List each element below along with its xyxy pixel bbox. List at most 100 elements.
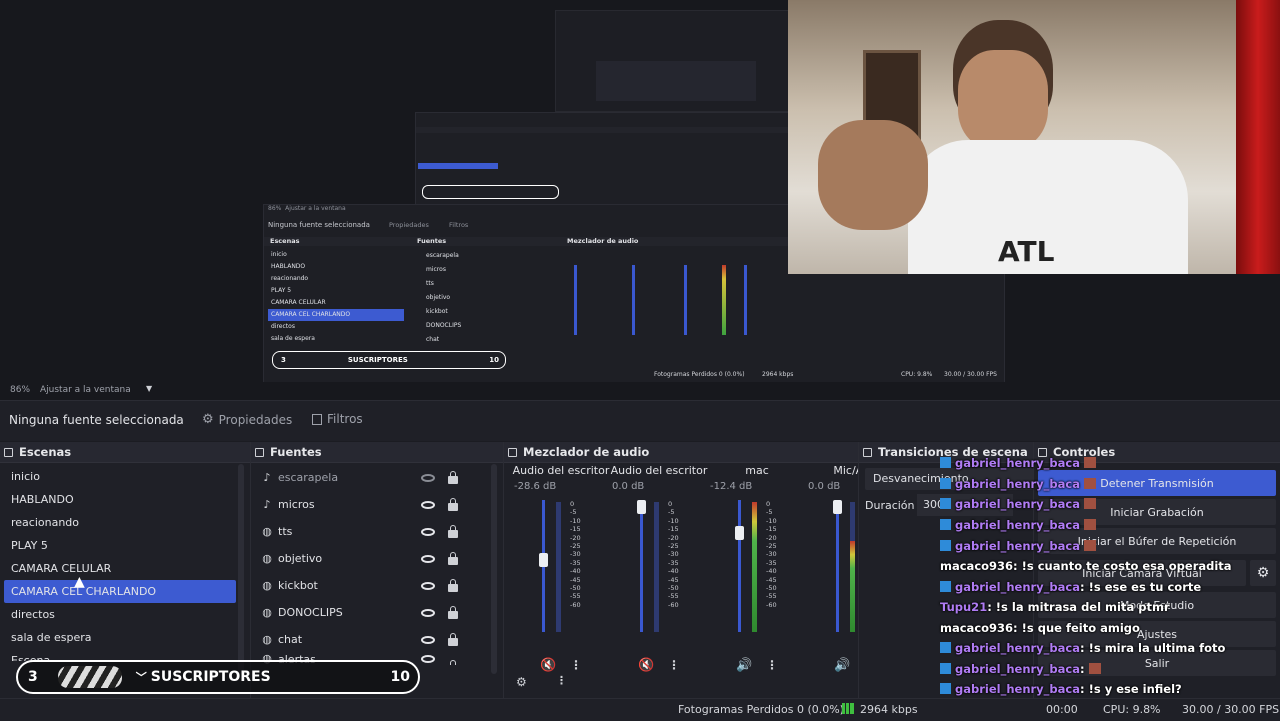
nested-scene-item: CAMARA CELULAR: [271, 299, 326, 306]
scene-item[interactable]: reacionando: [0, 511, 250, 534]
virtual-camera-settings-button[interactable]: ⚙: [1250, 560, 1276, 586]
scene-item[interactable]: directos: [0, 603, 250, 626]
lock-icon[interactable]: [448, 579, 458, 592]
nested-mixer-title: Mezclador de audio: [567, 237, 639, 245]
mixer-channels: Audio del escritor -28.6 dB 0 -5 -10 -15 -20 -2…: [504, 442, 858, 678]
dock-float-icon[interactable]: [4, 447, 13, 457]
lock-icon[interactable]: [448, 633, 458, 646]
channel-name: mac: [745, 464, 769, 477]
nested-source-item: tts: [426, 280, 434, 287]
volume-slider[interactable]: [735, 500, 744, 632]
kick-badge-icon: [940, 498, 951, 509]
lock-icon[interactable]: [448, 525, 458, 538]
channel-menu-icon[interactable]: ⋮: [668, 658, 680, 672]
scene-item[interactable]: PLAY 5: [0, 534, 250, 557]
mixer-menu-icon[interactable]: ⋮: [556, 674, 567, 687]
eye-icon[interactable]: [421, 608, 435, 617]
volume-knob[interactable]: [735, 526, 744, 540]
source-item[interactable]: ♪ escarapela: [251, 464, 503, 491]
source-item[interactable]: ◍ tts: [251, 518, 503, 545]
eye-icon[interactable]: [421, 635, 435, 644]
volume-slider[interactable]: [833, 500, 842, 632]
sources-scrollbar[interactable]: [491, 464, 497, 674]
nested-noselect: Ninguna fuente seleccionada: [268, 221, 370, 229]
properties-button[interactable]: ⚙ Propiedades: [202, 412, 292, 427]
subscribers-widget: 3 ﹀ SUSCRIPTORES 10: [16, 660, 420, 694]
bitrate: 2964 kbps: [860, 703, 918, 716]
lock-icon[interactable]: [448, 552, 458, 565]
chat-text: : !s que feito amigo: [1013, 621, 1140, 635]
chevron-down-icon[interactable]: ▼: [146, 384, 152, 393]
source-item[interactable]: ♪ micros: [251, 491, 503, 518]
volume-slider[interactable]: [637, 500, 646, 632]
lock-icon[interactable]: [448, 606, 458, 619]
gear-icon: ⚙: [1256, 565, 1270, 581]
eye-icon[interactable]: [421, 500, 435, 509]
gear-icon: ⚙: [202, 412, 214, 427]
zoom-fit-select[interactable]: Ajustar a la ventana: [40, 385, 131, 395]
speaker-icon[interactable]: 🔊: [834, 658, 850, 673]
volume-slider[interactable]: [539, 500, 548, 632]
speaker-icon[interactable]: 🔊: [736, 658, 752, 673]
scenes-scrollbar[interactable]: [238, 464, 244, 674]
source-item[interactable]: ◍ DONOCLIPS: [251, 599, 503, 626]
volume-knob[interactable]: [833, 500, 842, 514]
scene-item[interactable]: HABLANDO: [0, 488, 250, 511]
scene-item[interactable]: CAMARA CELULAR: [0, 557, 250, 580]
browser-source-icon: ◍: [262, 578, 272, 592]
source-label: chat: [278, 633, 303, 646]
scene-item[interactable]: CAMARA CEL CHARLANDO: [4, 580, 236, 603]
subs-count-right: 10: [390, 669, 410, 685]
chat-username: gabriel_henry_baca: [955, 539, 1080, 553]
fps: 30.00 / 30.00 FPS: [1182, 703, 1280, 716]
scene-list: inicio HABLANDO reacionando PLAY 5 CAMARA CE…: [0, 463, 250, 661]
kick-badge-icon: [940, 581, 951, 592]
volume-knob[interactable]: [637, 500, 646, 514]
chat-text: : !s ese es tu corte: [1080, 580, 1202, 594]
source-item[interactable]: ◍ chat: [251, 626, 503, 653]
source-item[interactable]: ◍ objetivo: [251, 545, 503, 572]
stream-preview[interactable]: 86% Ajustar a la ventana Ninguna fuente …: [0, 0, 1280, 382]
eye-icon[interactable]: [421, 554, 435, 563]
channel-name: Mic/Aux: [833, 464, 858, 477]
chat-message: gabriel_henry_baca:: [940, 662, 1101, 676]
emote-icon: [1084, 478, 1096, 489]
nested-scene-item: inicio: [271, 251, 287, 258]
scenes-header: Escenas: [0, 442, 250, 463]
mixer-settings-icon[interactable]: ⚙: [516, 675, 527, 689]
nested-scenes-title: Escenas: [270, 237, 300, 245]
dock-float-icon[interactable]: [255, 447, 264, 457]
lock-icon[interactable]: [448, 471, 458, 484]
eye-icon[interactable]: [421, 581, 435, 590]
eye-icon[interactable]: [421, 655, 435, 663]
channel-db: -28.6 dB: [514, 481, 557, 492]
volume-knob[interactable]: [539, 553, 548, 567]
filter-icon: [312, 413, 322, 425]
channel-menu-icon[interactable]: ⋮: [570, 658, 582, 672]
source-item[interactable]: ◍ kickbot: [251, 572, 503, 599]
nested-preview-small: [415, 112, 790, 206]
scene-item[interactable]: sala de espera: [0, 626, 250, 649]
nested-scene-item: directos: [271, 323, 295, 330]
scene-item[interactable]: inicio: [0, 465, 250, 488]
channel-menu-icon[interactable]: ⋮: [766, 658, 778, 672]
chat-username: gabriel_henry_baca: [955, 580, 1080, 594]
channel-db: 0.0 dB: [808, 481, 841, 492]
muted-speaker-icon[interactable]: 🔇: [540, 658, 556, 673]
nested-subs-widget: 3 SUSCRIPTORES 10: [272, 351, 506, 369]
filters-button[interactable]: Filtros: [312, 412, 363, 426]
no-source-label: Ninguna fuente seleccionada: [9, 413, 184, 427]
nested-scene-item: PLAY 5: [271, 287, 292, 294]
eye-icon[interactable]: [421, 527, 435, 536]
eye-hidden-icon[interactable]: [421, 473, 435, 482]
chat-username: Tupu21: [940, 600, 988, 614]
channel-name: Audio del escritor: [512, 464, 610, 477]
source-label: objetivo: [278, 552, 323, 565]
emote-icon: [1084, 457, 1096, 468]
dock-float-icon[interactable]: [863, 447, 872, 457]
lock-icon[interactable]: [448, 498, 458, 511]
chat-username: gabriel_henry_baca: [955, 456, 1080, 470]
chat-message: gabriel_henry_baca: [940, 497, 1096, 511]
stream-time: 00:00: [1046, 703, 1078, 716]
muted-speaker-icon[interactable]: 🔇: [638, 658, 654, 673]
